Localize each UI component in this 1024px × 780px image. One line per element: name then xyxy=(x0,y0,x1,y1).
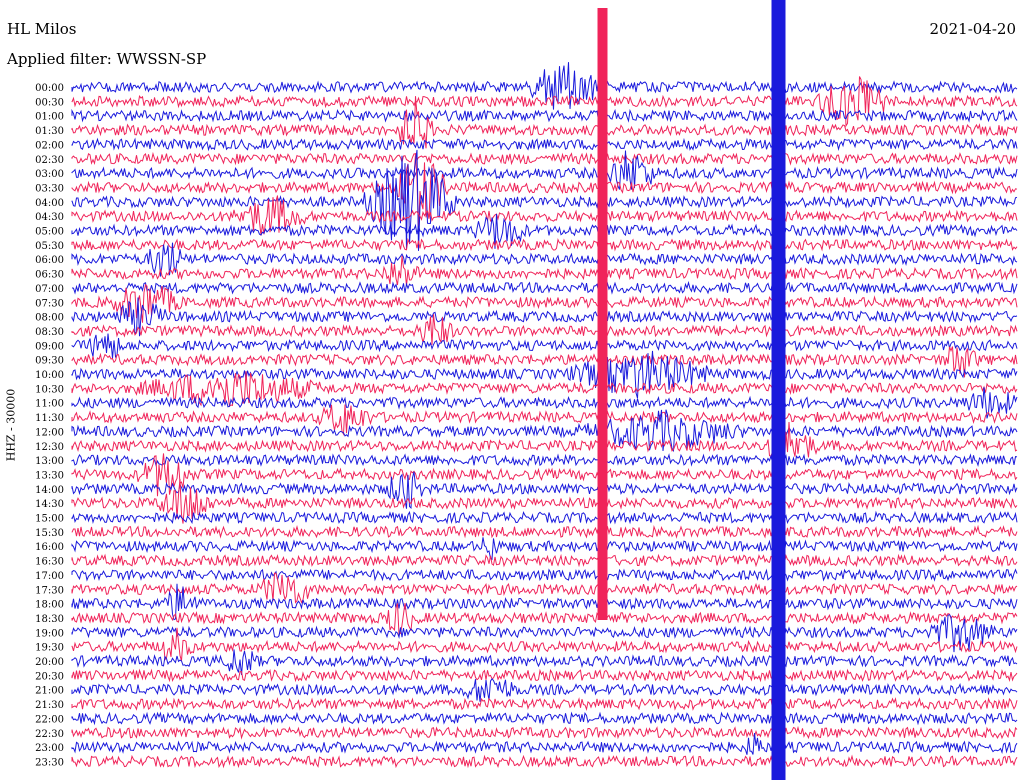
row-time-label: 18:00 xyxy=(35,600,64,611)
row-time-label: 06:30 xyxy=(35,270,64,281)
row-time-label: 23:00 xyxy=(35,743,64,754)
row-time-label: 16:30 xyxy=(35,557,64,568)
row-time-label: 22:30 xyxy=(35,729,64,740)
trace-row xyxy=(71,711,1018,726)
trace-row xyxy=(71,510,1018,525)
row-time-label: 01:00 xyxy=(35,112,64,123)
row-time-label: 21:00 xyxy=(35,686,64,697)
row-time-label: 03:00 xyxy=(35,169,64,180)
row-time-label: 16:00 xyxy=(35,542,64,553)
trace-row xyxy=(71,237,1018,252)
row-time-label: 10:00 xyxy=(35,370,64,381)
row-time-label: 01:30 xyxy=(35,126,64,137)
trace-row xyxy=(71,524,1018,539)
trace-row xyxy=(71,242,1018,277)
trace-row xyxy=(71,280,1018,295)
row-time-label: 08:00 xyxy=(35,313,64,324)
helicorder-plot: 00:00 00:30 01:00 01:30 02:00 02:30 03:00 03:30… xyxy=(35,0,1018,780)
trace-row xyxy=(71,668,1018,683)
row-time-label: 17:30 xyxy=(35,585,64,596)
row-time-label: 03:30 xyxy=(35,183,64,194)
row-time-label: 17:00 xyxy=(35,571,64,582)
row-time-label: 23:30 xyxy=(35,757,64,768)
row-time-label: 04:30 xyxy=(35,212,64,223)
row-time-label: 13:00 xyxy=(35,456,64,467)
row-time-label: 06:00 xyxy=(35,255,64,266)
row-time-label: 13:30 xyxy=(35,470,64,481)
row-time-label: 07:30 xyxy=(35,298,64,309)
row-time-label: 04:00 xyxy=(35,198,64,209)
row-time-label: 00:30 xyxy=(35,97,64,108)
row-time-label: 09:00 xyxy=(35,341,64,352)
row-time-label: 02:00 xyxy=(35,140,64,151)
row-time-label: 19:00 xyxy=(35,628,64,639)
trace-row xyxy=(71,677,1018,702)
trace-row xyxy=(71,754,1018,769)
row-time-label: 20:00 xyxy=(35,657,64,668)
trace-row xyxy=(71,572,1018,604)
row-time-label: 14:30 xyxy=(35,499,64,510)
row-time-label: 00:00 xyxy=(35,83,64,94)
row-time-label: 19:30 xyxy=(35,643,64,654)
row-time-label: 22:00 xyxy=(35,714,64,725)
row-time-label: 11:00 xyxy=(35,399,64,410)
row-time-label: 15:00 xyxy=(35,514,64,525)
row-time-label: 09:30 xyxy=(35,356,64,367)
row-time-label: 07:00 xyxy=(35,284,64,295)
row-time-label: 05:30 xyxy=(35,241,64,252)
row-time-label: 11:30 xyxy=(35,413,64,424)
trace-row xyxy=(71,137,1018,152)
trace-row xyxy=(71,471,1018,510)
trace-row xyxy=(71,453,1018,468)
trace-row xyxy=(71,553,1018,568)
row-time-label: 14:00 xyxy=(35,485,64,496)
trace-row xyxy=(71,725,1018,740)
row-time-label: 05:00 xyxy=(35,227,64,238)
row-time-label: 12:30 xyxy=(35,442,64,453)
trace-row xyxy=(71,333,1018,359)
trace-row xyxy=(71,108,1018,123)
row-time-label: 02:30 xyxy=(35,155,64,166)
row-time-label: 21:30 xyxy=(35,700,64,711)
trace-row xyxy=(71,568,1018,582)
row-time-label: 15:30 xyxy=(35,528,64,539)
row-time-label: 18:30 xyxy=(35,614,64,625)
trace-row xyxy=(71,697,1018,712)
row-time-label: 20:30 xyxy=(35,671,64,682)
trace-row xyxy=(71,151,1018,166)
event-column-red xyxy=(597,8,608,620)
trace-row xyxy=(71,149,1018,251)
row-time-label: 12:00 xyxy=(35,427,64,438)
row-time-label: 08:30 xyxy=(35,327,64,338)
trace-row xyxy=(71,537,1018,561)
event-column-blue xyxy=(771,0,786,780)
row-time-label: 10:30 xyxy=(35,384,64,395)
